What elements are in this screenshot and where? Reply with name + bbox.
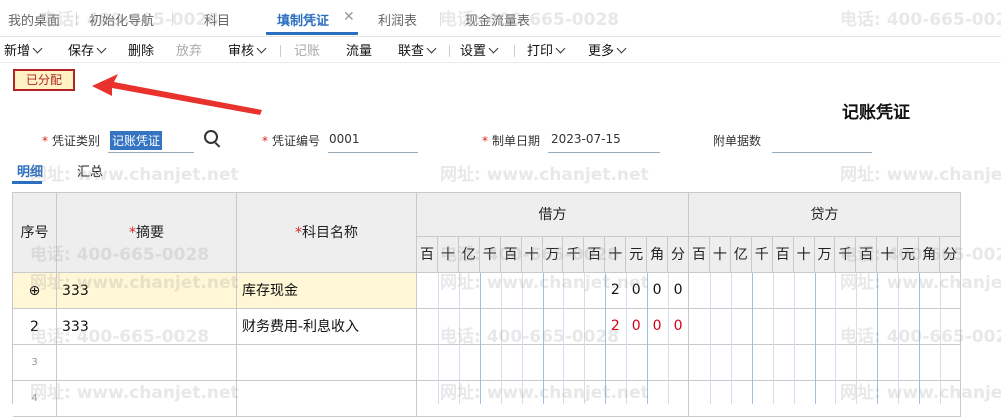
- voucher-type-input[interactable]: 记账凭证: [110, 131, 163, 150]
- settings-button[interactable]: 设置: [460, 40, 499, 59]
- watermark-text: 电话: 400-665-0028: [440, 245, 620, 265]
- credit-unit-header: 十: [709, 237, 731, 273]
- voucher-entry-table: 序号 *摘要 *科目名称 借方 贷方 百十亿千百十万千百十元角分百十亿千百十万千…: [12, 192, 961, 417]
- required-mark: *: [295, 225, 302, 241]
- watermark-text: 电话: 400-665-0028: [30, 245, 210, 265]
- query-button[interactable]: 联查: [398, 40, 437, 59]
- more-label: 更多: [588, 44, 615, 59]
- watermark-text: 网址: www.chanjet.net: [840, 273, 1001, 293]
- row-summary-cell[interactable]: [57, 345, 237, 381]
- col-header-account: *科目名称: [237, 193, 417, 273]
- digit-grid-line: [751, 273, 753, 404]
- attachments-label: 附单据数: [713, 134, 762, 148]
- watermark-text: 网址: www.chanjet.net: [30, 165, 239, 185]
- voucher-date-label: * 制单日期: [482, 132, 540, 149]
- settings-label: 设置: [460, 44, 487, 59]
- attachments-input[interactable]: [772, 152, 872, 153]
- chevron-down-icon: [555, 43, 566, 54]
- voucher-date-underline: [548, 152, 660, 153]
- digit-grid-line: [730, 273, 732, 404]
- debit-unit-header: 角: [647, 237, 669, 273]
- close-icon[interactable]: ✕: [343, 9, 355, 25]
- chevron-down-icon: [488, 43, 499, 54]
- voucher-number-label-text: 凭证编号: [272, 134, 321, 148]
- chevron-down-icon: [616, 43, 627, 54]
- required-mark: *: [482, 134, 488, 148]
- voucher-type-underline: [108, 152, 194, 153]
- credit-unit-header: 十: [793, 237, 815, 273]
- credit-unit-header: 千: [751, 237, 773, 273]
- row-seq: 3: [13, 345, 57, 381]
- credit-unit-header: 亿: [730, 237, 752, 273]
- watermark-text: 电话: 400-665-0028: [40, 10, 220, 30]
- col-header-debit: 借方: [417, 193, 689, 237]
- voucher-type-label-text: 凭证类别: [52, 134, 101, 148]
- watermark-text: 网址: www.chanjet.net: [840, 165, 1001, 185]
- watermark-text: 电话: 400-665-0028: [840, 10, 1001, 30]
- voucher-date-label-text: 制单日期: [492, 134, 541, 148]
- watermark-text: 电话: 400-665-0028: [440, 10, 620, 30]
- col-header-summary-text: 摘要: [136, 225, 164, 241]
- chevron-down-icon: [426, 43, 437, 54]
- digit-grid-line: [835, 273, 837, 404]
- row-credit-cell[interactable]: [689, 345, 961, 381]
- watermark-text: 网址: www.chanjet.net: [440, 165, 649, 185]
- toolbar-separator: [449, 45, 450, 57]
- watermark-text: 网址: www.chanjet.net: [440, 273, 649, 293]
- row-account-cell[interactable]: 财务费用-利息收入: [237, 309, 417, 345]
- more-button[interactable]: 更多: [588, 40, 627, 59]
- credit-unit-header: 百: [689, 237, 710, 273]
- required-mark: *: [42, 134, 48, 148]
- toolbar-separator: [514, 45, 515, 57]
- debit-amount-digit: 0: [631, 318, 641, 334]
- debit-unit-header: 分: [668, 237, 689, 273]
- digit-grid-line: [793, 273, 795, 404]
- watermark-text: 电话: 400-665-0028: [440, 327, 620, 347]
- row-debit-cell[interactable]: [417, 345, 689, 381]
- watermark-text: 网址: www.chanjet.net: [30, 383, 239, 403]
- debit-amount-digit: 0: [652, 282, 662, 298]
- credit-unit-header: 万: [814, 237, 836, 273]
- voucher-number-underline: [328, 152, 418, 153]
- digit-grid-line: [668, 273, 670, 404]
- voucher-type-label: * 凭证类别: [42, 132, 100, 149]
- voucher-number-label: * 凭证编号: [262, 132, 320, 149]
- credit-unit-header: 百: [772, 237, 794, 273]
- debit-amount-digit: 0: [652, 318, 662, 334]
- col-header-account-text: 科目名称: [302, 225, 358, 241]
- debit-amount-digit: 0: [673, 282, 683, 298]
- row-account-cell[interactable]: [237, 381, 417, 417]
- tab-income-statement[interactable]: 利润表: [378, 10, 417, 29]
- row-account-cell[interactable]: 库存现金: [237, 273, 417, 309]
- row-account-cell[interactable]: [237, 345, 417, 381]
- watermark-text: 网址: www.chanjet.net: [440, 383, 649, 403]
- debit-amount-digit: 0: [673, 318, 683, 334]
- query-label: 联查: [398, 44, 425, 59]
- debit-unit-header: 百: [417, 237, 438, 273]
- watermark-text: 电话: 400-665-0028: [840, 327, 1001, 347]
- flow-button[interactable]: 流量: [346, 40, 372, 59]
- voucher-number-input[interactable]: 0001: [329, 132, 360, 146]
- col-header-credit: 贷方: [689, 193, 961, 237]
- watermark-text: 电话: 400-665-0028: [840, 245, 1001, 265]
- watermark-text: 电话: 400-665-0028: [30, 327, 210, 347]
- voucher-date-input[interactable]: 2023-07-15: [551, 132, 621, 146]
- digit-grid-line: [437, 273, 439, 404]
- print-button[interactable]: 打印: [527, 40, 566, 59]
- print-label: 打印: [527, 44, 554, 59]
- required-mark: *: [129, 225, 136, 241]
- watermark-text: 网址: www.chanjet.net: [840, 383, 1001, 403]
- search-icon[interactable]: [204, 130, 218, 144]
- digit-grid-line: [814, 273, 816, 404]
- digit-grid-line: [772, 273, 774, 404]
- voucher-title: 记账凭证: [842, 103, 910, 123]
- digit-grid-line: [709, 273, 711, 404]
- watermark-text: 网址: www.chanjet.net: [30, 273, 239, 293]
- required-mark: *: [262, 134, 268, 148]
